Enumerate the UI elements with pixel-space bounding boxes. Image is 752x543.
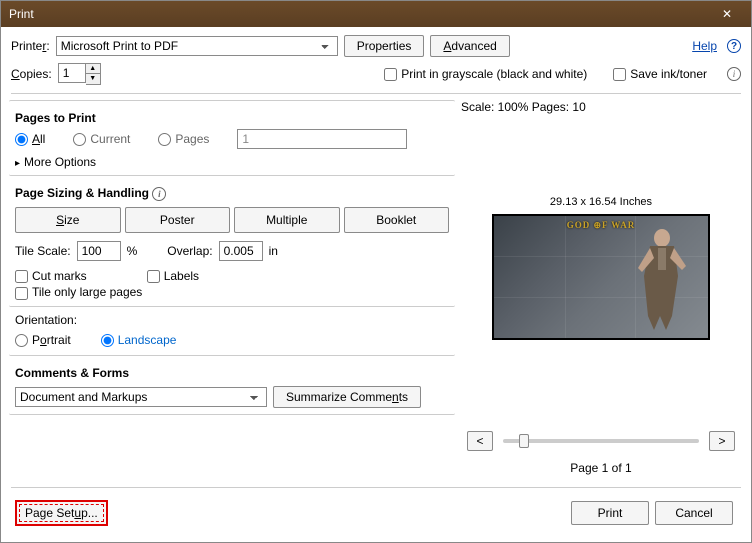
copies-label: Copies: xyxy=(11,67,52,81)
current-radio[interactable]: Current xyxy=(73,132,130,146)
tilelarge-checkbox[interactable]: Tile only large pages xyxy=(15,285,142,299)
orientation-title: Orientation: xyxy=(15,313,449,331)
orientation-group: Orientation: Portrait Landscape xyxy=(9,307,455,356)
print-button[interactable]: Print xyxy=(571,501,649,525)
spin-down-icon[interactable]: ▼ xyxy=(86,74,100,84)
summarize-button[interactable]: Summarize Comments xyxy=(273,386,421,408)
scale-text: Scale: 100% Pages: 10 xyxy=(461,100,741,114)
properties-button[interactable]: Properties xyxy=(344,35,425,57)
pages-to-print-group: Pages to Print All Current Pages More Op… xyxy=(9,100,455,176)
multiple-tab[interactable]: Multiple xyxy=(234,207,340,233)
titlebar: Print ✕ xyxy=(1,1,751,27)
prev-page-button[interactable]: < xyxy=(467,431,493,451)
comments-select[interactable]: Document and Markups xyxy=(15,387,267,407)
landscape-radio[interactable]: Landscape xyxy=(101,333,177,347)
booklet-tab[interactable]: Booklet xyxy=(344,207,450,233)
labels-checkbox[interactable]: Labels xyxy=(147,269,199,283)
info-icon[interactable]: i xyxy=(152,187,166,201)
sizing-group: Page Sizing & Handling i Size Poster Mul… xyxy=(9,176,455,307)
info-icon[interactable]: i xyxy=(727,67,741,81)
printer-label: Printer: xyxy=(11,39,50,53)
close-button[interactable]: ✕ xyxy=(711,1,743,27)
close-icon: ✕ xyxy=(722,7,732,21)
copies-input[interactable] xyxy=(58,63,86,83)
spin-up-icon[interactable]: ▲ xyxy=(86,64,100,74)
window-title: Print xyxy=(9,7,711,21)
pages-range-input[interactable] xyxy=(237,129,407,149)
more-options-toggle[interactable]: More Options xyxy=(15,151,449,169)
preview-character-icon xyxy=(628,224,690,332)
page-setup-button[interactable]: Page Setup... xyxy=(15,500,108,526)
footer: Page Setup... Print Cancel xyxy=(11,494,741,532)
tilescale-input[interactable] xyxy=(77,241,121,261)
pages-radio[interactable]: Pages xyxy=(158,132,209,146)
overlap-label: Overlap: xyxy=(167,244,212,258)
slider-thumb[interactable] xyxy=(519,434,529,448)
comments-group: Comments & Forms Document and Markups Su… xyxy=(9,356,455,415)
sizing-title: Page Sizing & Handling i xyxy=(15,182,449,203)
preview-pane: Scale: 100% Pages: 10 29.13 x 16.54 Inch… xyxy=(461,100,741,479)
comments-title: Comments & Forms xyxy=(15,362,449,382)
portrait-radio[interactable]: Portrait xyxy=(15,333,71,347)
poster-tab[interactable]: Poster xyxy=(125,207,231,233)
help-link[interactable]: Help xyxy=(692,39,717,53)
page-of-label: Page 1 of 1 xyxy=(570,457,631,479)
dimensions-label: 29.13 x 16.54 Inches xyxy=(550,196,652,208)
next-page-button[interactable]: > xyxy=(709,431,735,451)
tilescale-label: Tile Scale: xyxy=(15,244,71,258)
grayscale-checkbox[interactable]: Print in grayscale (black and white) xyxy=(384,67,587,81)
all-radio[interactable]: All xyxy=(15,132,45,146)
zoom-slider[interactable] xyxy=(503,439,699,443)
advanced-button[interactable]: Advanced xyxy=(430,35,509,57)
cutmarks-checkbox[interactable]: Cut marks xyxy=(15,269,87,283)
overlap-input[interactable] xyxy=(219,241,263,261)
preview-image: GOD ⊕F WAR xyxy=(492,214,710,340)
copies-spinner[interactable]: ▲▼ xyxy=(58,63,101,85)
pages-title: Pages to Print xyxy=(15,107,449,127)
printer-select[interactable]: Microsoft Print to PDF xyxy=(56,36,338,56)
print-dialog: Print ✕ Printer: Microsoft Print to PDF … xyxy=(0,0,752,543)
size-tab[interactable]: Size xyxy=(15,207,121,233)
preview-logo: GOD ⊕F WAR xyxy=(567,220,636,231)
saveink-checkbox[interactable]: Save ink/toner xyxy=(613,67,707,81)
cancel-button[interactable]: Cancel xyxy=(655,501,733,525)
help-icon[interactable]: ? xyxy=(727,39,741,53)
